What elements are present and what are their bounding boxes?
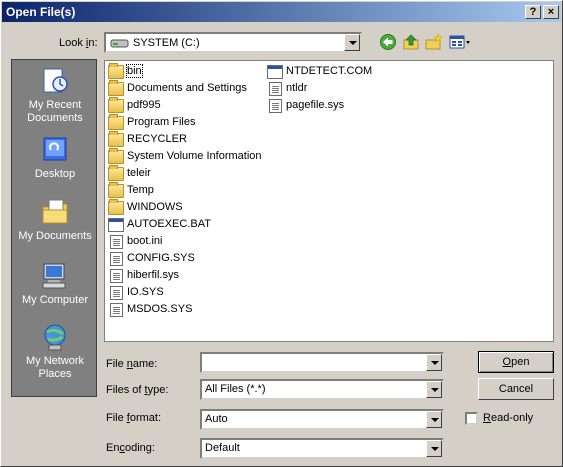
- file-name: hiberfil.sys: [127, 269, 179, 281]
- file-name: boot.ini: [127, 235, 163, 247]
- folder-icon: [108, 80, 124, 96]
- folder-icon: [108, 114, 124, 130]
- file-list[interactable]: bin Documents and Settings pdf995 Program F…: [104, 60, 554, 342]
- open-file-dialog: Open File(s) ? × Look in: SYSTEM (C:) My…: [0, 0, 563, 467]
- my-documents-icon: [39, 197, 71, 227]
- file-name: IO.SYS: [127, 286, 164, 298]
- file-name: MSDOS.SYS: [127, 303, 193, 315]
- dialog-title: Open File(s): [6, 5, 76, 19]
- encoding-label: Encoding:: [106, 442, 155, 454]
- file-name: System Volume Information: [127, 150, 262, 162]
- place-recent[interactable]: My Recent Documents: [12, 66, 98, 125]
- file-icon: [110, 235, 123, 249]
- file-icon: [110, 252, 123, 266]
- place-label: My Computer: [21, 294, 89, 306]
- file-icon: [110, 269, 123, 283]
- format-combobox[interactable]: Auto: [200, 409, 444, 430]
- file-icon: [269, 82, 282, 96]
- cancel-button[interactable]: Cancel: [478, 378, 554, 400]
- executable-icon: [108, 218, 124, 232]
- folder-icon: [108, 199, 124, 215]
- folder-icon: [108, 97, 124, 113]
- title-bar: Open File(s) ? ×: [2, 2, 561, 22]
- file-name: Program Files: [127, 116, 196, 128]
- filetype-label: Files of type:: [106, 384, 169, 396]
- close-button[interactable]: ×: [543, 5, 559, 19]
- lookin-combobox[interactable]: SYSTEM (C:): [104, 32, 362, 53]
- file-name: pdf995: [127, 99, 161, 111]
- filetype-combobox[interactable]: All Files (*.*): [200, 379, 444, 400]
- file-name: ntldr: [286, 82, 308, 94]
- file-name: NTDETECT.COM: [286, 65, 373, 77]
- network-places-icon: [39, 322, 71, 352]
- places-bar: My Recent Documents Desktop My Documents My …: [11, 59, 97, 397]
- file-name: RECYCLER: [127, 133, 187, 145]
- place-label: My Network: [25, 355, 85, 367]
- file-name: Temp: [127, 184, 154, 196]
- filename-dropdown-button[interactable]: [426, 354, 442, 371]
- file-name: CONFIG.SYS: [127, 252, 195, 264]
- recent-documents-icon: [39, 66, 71, 96]
- folder-icon: [108, 148, 124, 164]
- place-network[interactable]: My Network Places: [12, 322, 98, 381]
- open-button[interactable]: Open: [478, 351, 554, 373]
- file-name: bin: [126, 64, 143, 78]
- place-label: Places: [38, 368, 72, 380]
- place-label: My Documents: [18, 230, 92, 242]
- drive-icon: [110, 39, 129, 48]
- help-button[interactable]: ?: [525, 5, 541, 19]
- place-computer[interactable]: My Computer: [12, 261, 98, 307]
- lookin-value: SYSTEM (C:): [133, 37, 200, 49]
- encoding-combobox[interactable]: Default: [200, 438, 444, 459]
- readonly-label: Read-only: [483, 412, 534, 424]
- file-name: AUTOEXEC.BAT: [127, 218, 211, 230]
- filename-label: File name:: [106, 358, 158, 370]
- format-label: File format:: [106, 412, 162, 424]
- folder-icon: [108, 165, 124, 181]
- up-folder-icon[interactable]: [401, 33, 421, 51]
- desktop-icon: [39, 135, 71, 165]
- file-icon: [110, 303, 123, 317]
- place-label: Documents: [27, 112, 83, 124]
- folder-icon: [108, 63, 124, 79]
- place-label: My Recent: [28, 99, 82, 111]
- filetype-value: All Files (*.*): [205, 383, 266, 395]
- folder-icon: [108, 182, 124, 198]
- readonly-checkbox[interactable]: [465, 412, 478, 425]
- filetype-dropdown-button[interactable]: [426, 381, 442, 398]
- folder-icon: [108, 131, 124, 147]
- lookin-dropdown-button[interactable]: [344, 34, 360, 51]
- file-name: teleir: [127, 167, 151, 179]
- views-menu-icon[interactable]: [448, 33, 472, 51]
- lookin-label: Look in:: [59, 37, 98, 49]
- executable-icon: [267, 65, 283, 79]
- encoding-value: Default: [205, 442, 240, 454]
- file-name: WINDOWS: [127, 201, 183, 213]
- file-name: pagefile.sys: [286, 99, 345, 111]
- filename-combobox[interactable]: [200, 352, 444, 373]
- format-dropdown-button[interactable]: [426, 411, 442, 428]
- file-icon: [110, 286, 123, 300]
- place-desktop[interactable]: Desktop: [12, 135, 98, 181]
- encoding-dropdown-button[interactable]: [426, 440, 442, 457]
- new-folder-icon[interactable]: [424, 33, 444, 51]
- format-value: Auto: [205, 413, 228, 425]
- file-name: Documents and Settings: [127, 82, 247, 94]
- back-icon[interactable]: [378, 33, 398, 51]
- place-documents[interactable]: My Documents: [12, 197, 98, 243]
- file-icon: [269, 99, 282, 113]
- place-label: Desktop: [34, 168, 76, 180]
- my-computer-icon: [39, 261, 71, 291]
